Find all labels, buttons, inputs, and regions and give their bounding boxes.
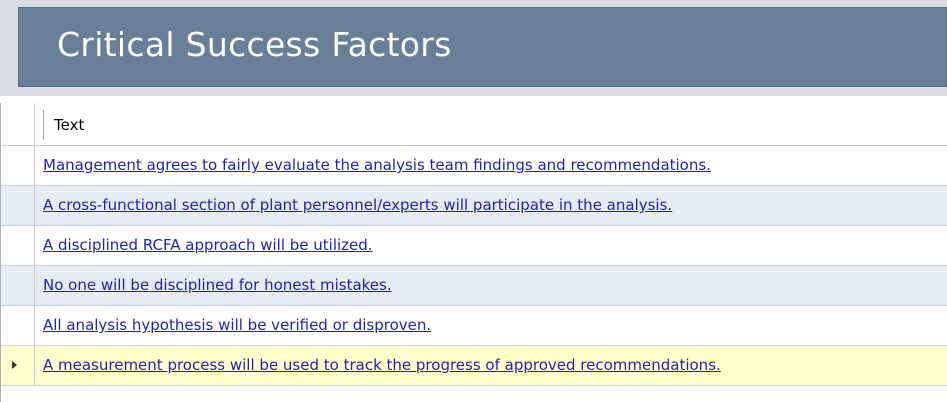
panel-title: Critical Success Factors [57,25,452,64]
row-selector[interactable] [1,306,35,345]
table-row[interactable]: Management agrees to fairly evaluate the… [1,146,947,186]
row-selector[interactable] [1,186,35,225]
panel-title-bar: Critical Success Factors [18,7,947,87]
row-selector[interactable] [1,146,35,185]
success-factor-link[interactable]: Management agrees to fairly evaluate the… [43,156,711,174]
column-separator [43,110,44,140]
success-factor-link[interactable]: All analysis hypothesis will be verified… [43,316,431,334]
row-pointer-icon [12,361,17,369]
column-header-text[interactable]: Text [54,116,84,134]
table-row[interactable]: No one will be disciplined for honest mi… [1,266,947,306]
critical-success-factors-panel: Critical Success Factors Text Management… [0,0,947,402]
table-row[interactable]: A cross-functional section of plant pers… [1,186,947,226]
success-factor-link[interactable]: A measurement process will be used to tr… [43,356,721,374]
row-selector[interactable] [1,266,35,305]
panel-header: Critical Success Factors [0,0,947,96]
row-selector[interactable] [1,226,35,265]
header-row-selector [1,103,35,146]
success-factor-link[interactable]: A cross-functional section of plant pers… [43,196,672,214]
table-row[interactable]: A disciplined RCFA approach will be util… [1,226,947,266]
row-selector[interactable] [1,346,35,385]
table-row-current[interactable]: A measurement process will be used to tr… [1,346,947,386]
success-factor-link[interactable]: No one will be disciplined for honest mi… [43,276,392,294]
table-row[interactable]: All analysis hypothesis will be verified… [1,306,947,346]
grid-header-row: Text [1,103,947,146]
success-factors-grid: Text Management agrees to fairly evaluat… [0,103,947,402]
success-factor-link[interactable]: A disciplined RCFA approach will be util… [43,236,373,254]
